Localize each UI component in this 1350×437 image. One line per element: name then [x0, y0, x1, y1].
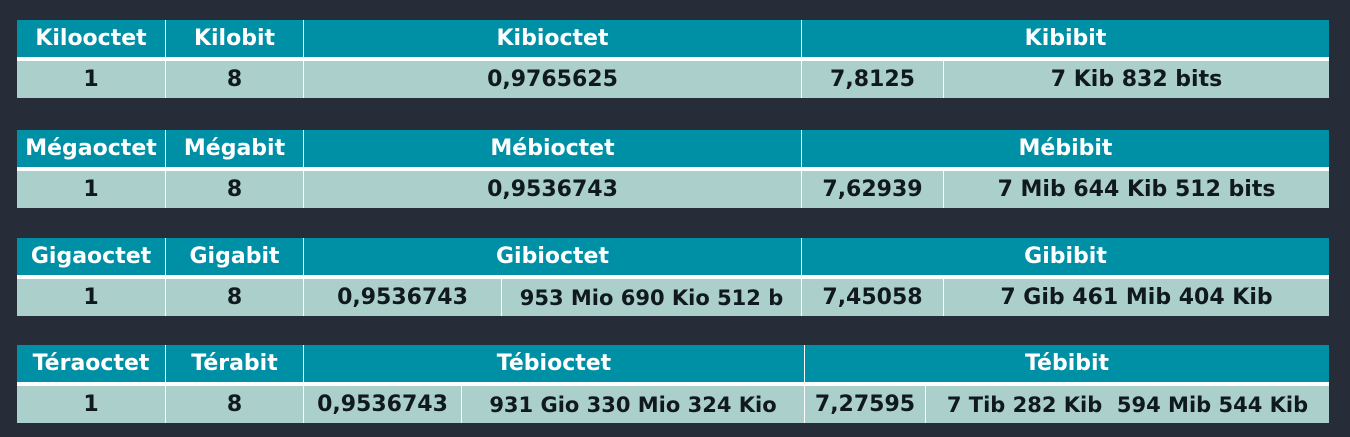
header-cell-bioctet: Gibioctet — [304, 238, 802, 275]
header-cell-octet: Mégaoctet — [17, 130, 166, 167]
header-cell-bit: Mégabit — [166, 130, 304, 167]
value-cell-octet: 1 — [17, 279, 166, 316]
header-cell-octet: Gigaoctet — [17, 238, 166, 275]
value-cell-bibit-decimal: 7,27595 — [805, 386, 926, 423]
header-cell-bibit: Tébibit — [805, 345, 1329, 382]
value-cell-bioctet-decimal: 0,9536743 — [304, 386, 462, 423]
header-cell-bibit: Gibibit — [802, 238, 1329, 275]
header-cell-bit: Térabit — [166, 345, 304, 382]
value-cell-bibit-breakdown: 7 Mib 644 Kib 512 bits — [944, 171, 1329, 208]
header-cell-octet: Téraoctet — [17, 345, 166, 382]
value-cell-bioctet-breakdown: 953 Mio 690 Kio 512 b — [502, 279, 802, 316]
header-cell-bibit: Mébibit — [802, 130, 1329, 167]
header-cell-bioctet: Mébioctet — [304, 130, 802, 167]
value-cell-bioctet-breakdown: 931 Gio 330 Mio 324 Kio — [462, 386, 805, 423]
value-cell-bibit-decimal: 7,45058 — [802, 279, 944, 316]
header-cell-bioctet: Tébioctet — [304, 345, 805, 382]
value-cell-bit: 8 — [166, 171, 304, 208]
value-cell-octet: 1 — [17, 386, 166, 423]
value-cell-bibit-breakdown: 7 Kib 832 bits — [944, 61, 1329, 98]
value-cell-bibit-decimal: 7,8125 — [802, 61, 944, 98]
value-cell-bioctet-decimal: 0,9536743 — [304, 279, 502, 316]
value-row: 1 8 0,9536743 7,62939 7 Mib 644 Kib 512 … — [17, 171, 1329, 208]
value-cell-bioctet: 0,9536743 — [304, 171, 802, 208]
value-row: 1 8 0,9765625 7,8125 7 Kib 832 bits — [17, 61, 1329, 98]
value-cell-bit: 8 — [166, 279, 304, 316]
header-cell-bit: Gigabit — [166, 238, 304, 275]
value-cell-octet: 1 — [17, 61, 166, 98]
value-cell-bibit-breakdown: 7 Gib 461 Mib 404 Kib — [944, 279, 1329, 316]
header-cell-bit: Kilobit — [166, 20, 304, 57]
value-cell-octet: 1 — [17, 171, 166, 208]
value-cell-bit: 8 — [166, 386, 304, 423]
value-row: 1 8 0,9536743 931 Gio 330 Mio 324 Kio 7,… — [17, 386, 1329, 423]
value-cell-bioctet: 0,9765625 — [304, 61, 802, 98]
header-cell-bibit: Kibibit — [802, 20, 1329, 57]
header-row: Gigaoctet Gigabit Gibioctet Gibibit — [17, 238, 1329, 275]
value-row: 1 8 0,9536743 953 Mio 690 Kio 512 b 7,45… — [17, 279, 1329, 316]
value-cell-bit: 8 — [166, 61, 304, 98]
value-cell-bibit-decimal: 7,62939 — [802, 171, 944, 208]
header-row: Kilooctet Kilobit Kibioctet Kibibit — [17, 20, 1329, 57]
header-cell-bioctet: Kibioctet — [304, 20, 802, 57]
value-cell-bibit-breakdown: 7 Tib 282 Kib 594 Mib 544 Kib — [926, 386, 1329, 423]
header-cell-octet: Kilooctet — [17, 20, 166, 57]
header-row: Mégaoctet Mégabit Mébioctet Mébibit — [17, 130, 1329, 167]
header-row: Téraoctet Térabit Tébioctet Tébibit — [17, 345, 1329, 382]
